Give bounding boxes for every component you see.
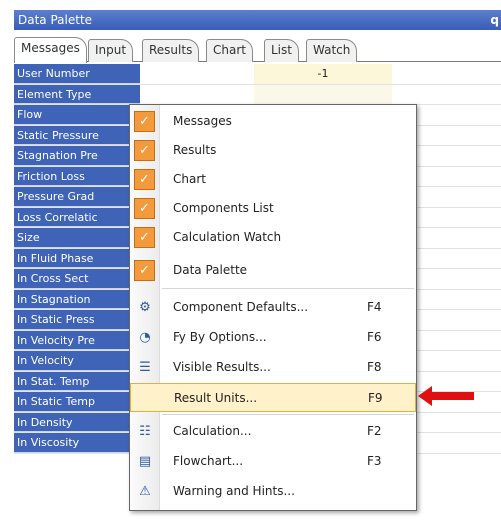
calculation-icon: ☷	[139, 424, 151, 439]
checkmark-icon: ✓	[134, 260, 155, 281]
menu-item-label: Flowchart...	[173, 454, 244, 468]
row-label: Flow	[14, 105, 140, 125]
pin-icon[interactable]: q	[490, 10, 499, 30]
menu-item-label: Fy By Options...	[173, 330, 267, 344]
row-label: Static Pressure	[14, 125, 140, 145]
menu-item-label: Messages	[173, 114, 232, 128]
table-row[interactable]: User Number -1	[14, 64, 501, 85]
row-label: In Fluid Phase	[14, 248, 140, 268]
checkmark-icon: ✓	[134, 111, 155, 132]
row-label: User Number	[14, 64, 140, 84]
menu-item-shortcut: F9	[368, 391, 383, 405]
window-title-bar[interactable]: Data Palette q	[14, 10, 501, 30]
menu-item-label: Component Defaults...	[173, 300, 309, 314]
checkmark-icon: ✓	[134, 198, 155, 219]
menu-item-label: Data Palette	[173, 263, 248, 277]
row-label: Pressure Grad	[14, 187, 140, 207]
checkmark-icon: ✓	[134, 227, 155, 248]
menu-item-label: Visible Results...	[173, 360, 271, 374]
context-menu: ✓ Messages ✓ Results ✓ Chart ✓ Components List ✓…	[129, 104, 417, 511]
tab-watch[interactable]: Watch	[306, 39, 358, 62]
menu-item-label: Result Units...	[174, 391, 258, 405]
row-label: Size	[14, 228, 140, 248]
menu-item-shortcut: F4	[367, 300, 382, 314]
menu-item-shortcut: F3	[367, 454, 382, 468]
tab-input[interactable]: Input	[88, 39, 134, 62]
menu-item-chart[interactable]: ✓ Chart	[130, 165, 416, 194]
tab-messages[interactable]: Messages	[14, 37, 87, 63]
row-label: In Velocity	[14, 351, 140, 371]
row-label: In Stagnation	[14, 289, 140, 309]
row-label: In Cross Sect	[14, 269, 140, 289]
menu-item-label: Chart	[173, 172, 206, 186]
menu-item-data-palette[interactable]: ✓ Data Palette	[130, 256, 416, 285]
row-label: Stagnation Pre	[14, 146, 140, 166]
checkmark-icon: ✓	[134, 169, 155, 190]
row-label: Friction Loss	[14, 166, 140, 186]
menu-item-shortcut: F6	[367, 330, 382, 344]
menu-item-label: Warning and Hints...	[173, 484, 295, 498]
row-label: In Density	[14, 412, 140, 432]
tab-results[interactable]: Results	[142, 39, 200, 62]
menu-item-warning-and-hints[interactable]: ⚠ Warning and Hints...	[130, 477, 416, 506]
row-label: In Velocity Pre	[14, 330, 140, 350]
row-label: In Viscosity	[14, 433, 140, 453]
row-label: In Static Temp	[14, 392, 140, 412]
menu-item-shortcut: F2	[367, 424, 382, 438]
table-row[interactable]: Element Type	[14, 84, 501, 105]
tab-chart[interactable]: Chart	[206, 39, 253, 62]
menu-item-result-units[interactable]: Result Units... F9	[130, 383, 416, 412]
menu-item-components-list[interactable]: ✓ Components List	[130, 194, 416, 223]
red-arrow-icon	[418, 386, 474, 406]
row-label: In Static Press	[14, 310, 140, 330]
tab-bar: Messages Input Results Chart List Watch	[14, 36, 501, 63]
menu-separator	[162, 288, 414, 289]
row-label: In Stat. Temp	[14, 371, 140, 391]
menu-item-fy-by-options[interactable]: ◔ Fy By Options... F6	[130, 323, 416, 352]
menu-item-label: Results	[173, 143, 217, 157]
warning-icon: ⚠	[139, 484, 151, 499]
menu-item-label: Components List	[173, 201, 274, 215]
menu-item-visible-results[interactable]: ☰ Visible Results... F8	[130, 353, 416, 382]
flowchart-icon: ▤	[138, 454, 152, 469]
row-value[interactable]: -1	[254, 64, 392, 84]
row-label: Element Type	[14, 84, 140, 104]
menu-item-component-defaults[interactable]: ⚙ Component Defaults... F4	[130, 293, 416, 322]
component-defaults-icon: ⚙	[139, 300, 151, 315]
menu-separator	[162, 414, 414, 415]
menu-item-messages[interactable]: ✓ Messages	[130, 107, 416, 136]
menu-item-shortcut: F8	[367, 360, 382, 374]
menu-item-flowchart[interactable]: ▤ Flowchart... F3	[130, 447, 416, 476]
menu-item-calculation-watch[interactable]: ✓ Calculation Watch	[130, 223, 416, 252]
options-icon: ◔	[139, 330, 151, 345]
menu-item-label: Calculation Watch	[173, 230, 282, 244]
visible-results-icon: ☰	[139, 360, 151, 375]
window-title: Data Palette	[18, 13, 93, 27]
row-value[interactable]	[254, 84, 392, 104]
menu-item-label: Calculation...	[173, 424, 252, 438]
menu-item-results[interactable]: ✓ Results	[130, 136, 416, 165]
tab-list[interactable]: List	[264, 39, 299, 62]
row-label: Loss Correlatic	[14, 207, 140, 227]
checkmark-icon: ✓	[134, 140, 155, 161]
menu-item-calculation[interactable]: ☷ Calculation... F2	[130, 417, 416, 446]
